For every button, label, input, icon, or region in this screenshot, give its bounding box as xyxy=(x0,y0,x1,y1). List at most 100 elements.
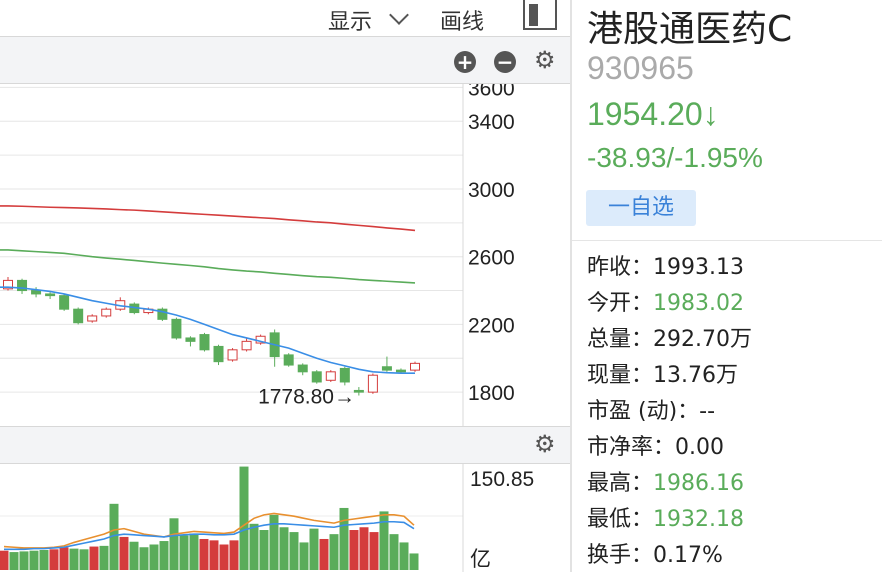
candle-body xyxy=(339,367,350,383)
volume-bar xyxy=(149,544,159,570)
draw-line-button[interactable]: 画线 xyxy=(440,4,484,36)
candlestick-chart[interactable]: 3600 3400 3000 2600 2200 1800 1778.80→ xyxy=(0,84,570,426)
stat-row: 市净率：0.00 xyxy=(587,434,752,470)
low-annotation: 1778.80→ xyxy=(258,386,355,409)
stat-label: 换手： xyxy=(587,543,654,568)
candle-body xyxy=(101,308,112,317)
stat-row: 最高：1986.16 xyxy=(587,470,752,506)
stat-label: 总量： xyxy=(587,327,654,352)
zoom-in-icon[interactable]: + xyxy=(454,51,476,73)
volume-bar xyxy=(129,541,139,570)
volume-bar xyxy=(159,541,169,570)
candle-body xyxy=(353,389,364,393)
volume-bar xyxy=(399,542,409,570)
volume-bar xyxy=(249,523,259,570)
volume-bar xyxy=(0,550,9,570)
display-menu-button[interactable]: 显示 xyxy=(328,4,372,36)
stats-list: 昨收：1993.13 今开：1983.02 总量：292.70万 现量：13.76万市… xyxy=(587,254,752,578)
y-tick-label: 1800 xyxy=(468,382,515,405)
volume-bar xyxy=(279,527,289,570)
panel-separator xyxy=(572,240,882,241)
volume-bar xyxy=(329,534,339,570)
volume-bar xyxy=(189,533,199,570)
stat-row: 总量：292.70万 xyxy=(587,326,752,362)
volume-bar xyxy=(19,551,29,570)
stat-row: 市盈 (动)：-- xyxy=(587,398,752,434)
volume-bar xyxy=(209,540,219,570)
layout-toggle-icon[interactable] xyxy=(523,0,557,30)
volume-chart-toolbar: ⚙ xyxy=(0,426,570,464)
candle-body xyxy=(395,369,406,373)
volume-bar xyxy=(219,544,229,570)
add-to-watchlist-button[interactable]: 一自选 xyxy=(586,190,696,226)
chevron-down-icon[interactable] xyxy=(389,5,409,25)
stat-row: 今开：1983.02 xyxy=(587,290,752,326)
volume-bar xyxy=(389,534,399,570)
vol-max-label: 150.85 xyxy=(470,468,534,491)
candle-body xyxy=(311,371,322,383)
price-settings-gear-icon[interactable]: ⚙ xyxy=(534,49,556,73)
y-tick-label: 3400 xyxy=(468,111,515,134)
candle-body xyxy=(297,364,308,373)
stat-row: 现量：13.76万 xyxy=(587,362,752,398)
volume-bar xyxy=(179,535,189,570)
candle-body xyxy=(31,290,42,295)
volume-bar xyxy=(119,536,129,570)
volume-bar xyxy=(369,532,379,570)
stock-name: 港股通医药C xyxy=(587,9,793,50)
stat-row: 换手：0.17% xyxy=(587,542,752,578)
zoom-out-icon[interactable]: − xyxy=(494,51,516,73)
volume-bar xyxy=(99,545,109,570)
volume-bar xyxy=(59,547,69,570)
candle-body xyxy=(171,318,182,339)
candle-body xyxy=(381,366,392,371)
volume-settings-gear-icon[interactable]: ⚙ xyxy=(534,433,556,457)
candle-body xyxy=(227,349,238,361)
candle-body xyxy=(283,354,294,366)
stat-value: 292.70万 xyxy=(653,327,752,352)
stat-row: 最低：1932.18 xyxy=(587,506,752,542)
volume-bar xyxy=(379,511,389,570)
stock-price: 1954.20↓ xyxy=(587,96,719,132)
candle-body xyxy=(59,295,70,310)
stat-value: 1993.13 xyxy=(653,255,744,280)
stat-label: 最高： xyxy=(587,471,654,496)
stat-value: -- xyxy=(699,399,716,424)
stat-row: 昨收：1993.13 xyxy=(587,254,752,290)
vol-unit-label: 亿 xyxy=(470,547,491,571)
candle-body xyxy=(185,337,196,342)
stat-label: 市盈 (动)： xyxy=(587,399,700,424)
stat-value: 1983.02 xyxy=(653,291,744,316)
volume-bar xyxy=(39,550,49,570)
volume-bar xyxy=(359,527,369,570)
stock-change: -38.93/-1.95% xyxy=(587,142,763,173)
volume-bar xyxy=(139,547,149,570)
volume-bar xyxy=(289,532,299,570)
price-chart-toolbar: + − ⚙ xyxy=(0,36,570,84)
volume-bar xyxy=(339,507,349,570)
stat-value: 1932.18 xyxy=(653,507,744,532)
volume-bar xyxy=(409,553,419,570)
volume-bar xyxy=(89,546,99,570)
volume-chart[interactable]: 150.85 亿 xyxy=(0,464,570,572)
candle-body xyxy=(45,293,56,297)
candle-body xyxy=(213,345,224,363)
volume-bar xyxy=(309,528,319,570)
stat-label: 现量： xyxy=(587,363,654,388)
stat-label: 昨收： xyxy=(587,255,654,280)
plot-area xyxy=(0,84,463,426)
candle-body xyxy=(199,334,210,351)
stat-value: 0.17% xyxy=(653,543,723,568)
volume-bar xyxy=(349,530,359,570)
stat-label: 市净率： xyxy=(587,435,676,460)
volume-bar xyxy=(239,466,249,570)
candle-body xyxy=(325,371,336,381)
candle-body xyxy=(410,362,420,371)
volume-bar xyxy=(199,538,209,570)
candle-body xyxy=(241,340,252,351)
stat-value: 0.00 xyxy=(675,435,724,460)
top-toolbar: 显示 画线 xyxy=(0,0,570,36)
stat-label: 今开： xyxy=(587,291,654,316)
volume-bar xyxy=(69,548,79,570)
y-tick-label: 3600 xyxy=(468,84,515,100)
